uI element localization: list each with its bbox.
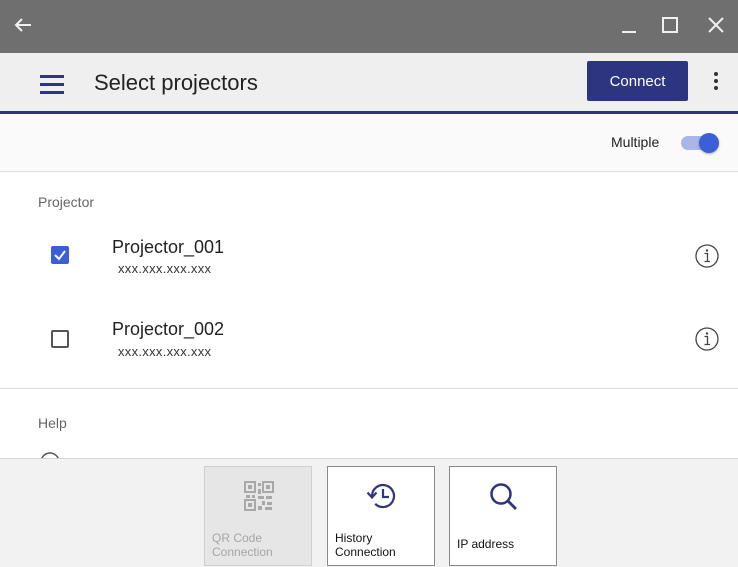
app-bar: Select projectors Connect <box>0 53 738 114</box>
maximize-icon[interactable] <box>659 14 681 41</box>
projector-checkbox-2[interactable] <box>51 330 69 348</box>
multiple-toggle[interactable] <box>679 133 719 153</box>
multiple-label: Multiple <box>611 134 660 150</box>
info-icon[interactable] <box>694 243 720 269</box>
projector-ip-2: xxx.xxx.xxx.xxx <box>118 344 212 359</box>
minimize-icon[interactable] <box>618 14 640 41</box>
projector-ip-1: xxx.xxx.xxx.xxx <box>118 261 212 276</box>
more-options-icon[interactable] <box>713 72 719 93</box>
qr-code-icon <box>205 481 313 511</box>
multiple-row: Multiple <box>0 114 738 172</box>
projector-checkbox-1[interactable] <box>51 246 69 264</box>
projector-name-2[interactable]: Projector_002 <box>112 319 224 340</box>
bottom-action-bar: QR Code Connection History Connection IP… <box>0 458 738 567</box>
history-icon <box>328 479 436 513</box>
window-titlebar <box>0 0 738 53</box>
qr-code-connection-label: QR Code Connection <box>212 531 273 559</box>
page-title: Select projectors <box>94 70 258 95</box>
connect-button[interactable]: Connect <box>587 61 688 101</box>
info-icon[interactable] <box>694 326 720 352</box>
arrow-left-icon[interactable] <box>12 14 34 41</box>
projector-name-1[interactable]: Projector_001 <box>112 237 224 258</box>
hamburger-menu-icon[interactable] <box>40 75 64 99</box>
projector-section-label: Projector <box>38 194 95 210</box>
help-section-label: Help <box>38 415 67 431</box>
history-connection-button[interactable]: History Connection <box>327 466 435 566</box>
ip-address-label: IP address <box>457 537 515 551</box>
section-divider <box>0 388 738 389</box>
history-connection-label: History Connection <box>335 531 396 559</box>
close-icon[interactable] <box>705 14 727 41</box>
search-icon <box>450 481 558 513</box>
qr-code-connection-button[interactable]: QR Code Connection <box>204 466 312 566</box>
ip-address-button[interactable]: IP address <box>449 466 557 566</box>
